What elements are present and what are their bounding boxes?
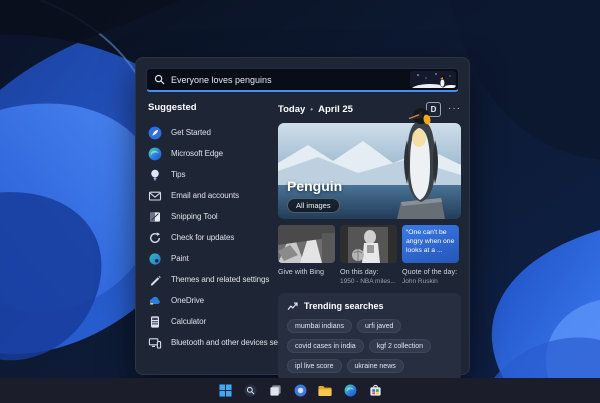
date-value: April 25 bbox=[318, 103, 353, 115]
envelope-icon bbox=[148, 189, 162, 203]
trending-pill[interactable]: covid cases in india bbox=[287, 339, 364, 353]
sidebar-item-paint[interactable]: Paint bbox=[148, 248, 274, 269]
microsoft-store-button[interactable] bbox=[367, 383, 383, 399]
trending-pill[interactable]: ipl live score bbox=[287, 359, 342, 373]
card-give-with-bing[interactable]: Give with Bing bbox=[278, 225, 335, 285]
sidebar-item-label: Microsoft Edge bbox=[171, 149, 223, 158]
card-subcaption: 1950 - NBA miles... bbox=[340, 278, 396, 285]
taskbar-search-button[interactable] bbox=[242, 383, 258, 399]
devices-icon bbox=[148, 336, 162, 350]
sidebar-item-bluetooth-devices[interactable]: Bluetooth and other devices sett... bbox=[148, 332, 289, 353]
sidebar-item-label: Get Started bbox=[171, 128, 211, 137]
search-icon bbox=[154, 74, 165, 85]
pencil-icon bbox=[148, 273, 162, 287]
sidebar-item-snipping-tool[interactable]: Snipping Tool bbox=[148, 206, 274, 227]
trending-pill-list: mumbai indians urfi javed covid cases in… bbox=[287, 319, 452, 373]
calculator-icon bbox=[148, 315, 162, 329]
search-box[interactable] bbox=[146, 68, 459, 92]
all-images-badge[interactable]: All images bbox=[287, 198, 340, 213]
onedrive-cloud-icon bbox=[148, 294, 162, 308]
sidebar-item-calculator[interactable]: Calculator bbox=[148, 311, 274, 332]
daily-cards-row: Give with Bing On this day: 1950 - NBA m… bbox=[278, 225, 461, 285]
taskbar bbox=[0, 378, 600, 403]
give-with-bing-image bbox=[278, 225, 335, 263]
get-started-icon bbox=[148, 126, 162, 140]
sidebar-item-get-started[interactable]: Get Started bbox=[148, 122, 274, 143]
sidebar-item-tips[interactable]: Tips bbox=[148, 164, 274, 185]
quote-text: “One can't be angry when one looks at a … bbox=[402, 225, 459, 263]
hero-title: Penguin bbox=[287, 178, 343, 194]
sidebar-item-label: Check for updates bbox=[171, 233, 235, 242]
lightbulb-icon bbox=[148, 168, 162, 182]
hero-image-card[interactable]: Penguin All images bbox=[278, 108, 461, 219]
edge-browser-button[interactable] bbox=[342, 383, 358, 399]
sidebar-item-check-updates[interactable]: Check for updates bbox=[148, 227, 274, 248]
daily-content-section: Today • April 25 D ··· Penguin All image… bbox=[278, 101, 461, 381]
trending-pill[interactable]: kgf 2 collection bbox=[368, 339, 432, 353]
trending-searches-panel: Trending searches mumbai indians urfi ja… bbox=[278, 293, 461, 381]
search-flyout-panel: Suggested Get Started Microsoft Edge Tip… bbox=[135, 57, 470, 381]
card-on-this-day[interactable]: On this day: 1950 - NBA miles... bbox=[340, 225, 397, 285]
on-this-day-image bbox=[340, 225, 397, 263]
trending-pill[interactable]: urfi javed bbox=[357, 319, 402, 333]
paint-palette-icon bbox=[148, 252, 162, 266]
trending-pill[interactable]: ukraine news bbox=[346, 359, 404, 373]
sidebar-item-label: Paint bbox=[171, 254, 189, 263]
edge-icon bbox=[148, 147, 162, 161]
sidebar-item-onedrive[interactable]: OneDrive bbox=[148, 290, 274, 311]
penguin-image bbox=[397, 108, 445, 219]
sidebar-item-label: Email and accounts bbox=[171, 191, 240, 200]
sidebar-item-label: Tips bbox=[171, 170, 186, 179]
sidebar-item-label: Calculator bbox=[171, 317, 207, 326]
more-options-button[interactable]: ··· bbox=[448, 104, 461, 114]
suggested-title: Suggested bbox=[148, 102, 197, 113]
card-caption: Quote of the day: bbox=[402, 267, 458, 276]
card-subcaption: John Ruskin bbox=[402, 278, 438, 285]
sidebar-item-label: OneDrive bbox=[171, 296, 204, 305]
snipping-tool-icon bbox=[148, 210, 162, 224]
sidebar-item-email-accounts[interactable]: Email and accounts bbox=[148, 185, 274, 206]
card-caption: On this day: bbox=[340, 267, 379, 276]
card-quote-of-the-day[interactable]: “One can't be angry when one looks at a … bbox=[402, 225, 459, 285]
card-caption: Give with Bing bbox=[278, 267, 324, 276]
sidebar-item-themes[interactable]: Themes and related settings bbox=[148, 269, 274, 290]
sidebar-item-label: Snipping Tool bbox=[171, 212, 218, 221]
trending-title: Trending searches bbox=[304, 301, 384, 311]
start-button[interactable] bbox=[217, 383, 233, 399]
sidebar-item-microsoft-edge[interactable]: Microsoft Edge bbox=[148, 143, 274, 164]
sidebar-item-label: Themes and related settings bbox=[171, 275, 270, 284]
widgets-button[interactable] bbox=[292, 383, 308, 399]
date-prefix: Today bbox=[278, 103, 306, 115]
trending-icon bbox=[287, 301, 298, 311]
file-explorer-button[interactable] bbox=[317, 383, 333, 399]
refresh-icon bbox=[148, 231, 162, 245]
search-box-penguin-art bbox=[410, 71, 456, 88]
date-separator: • bbox=[310, 104, 314, 114]
task-view-button[interactable] bbox=[267, 383, 283, 399]
trending-pill[interactable]: mumbai indians bbox=[287, 319, 353, 333]
sidebar-item-label: Bluetooth and other devices sett... bbox=[171, 338, 289, 347]
suggested-section: Suggested Get Started Microsoft Edge Tip… bbox=[148, 102, 289, 353]
